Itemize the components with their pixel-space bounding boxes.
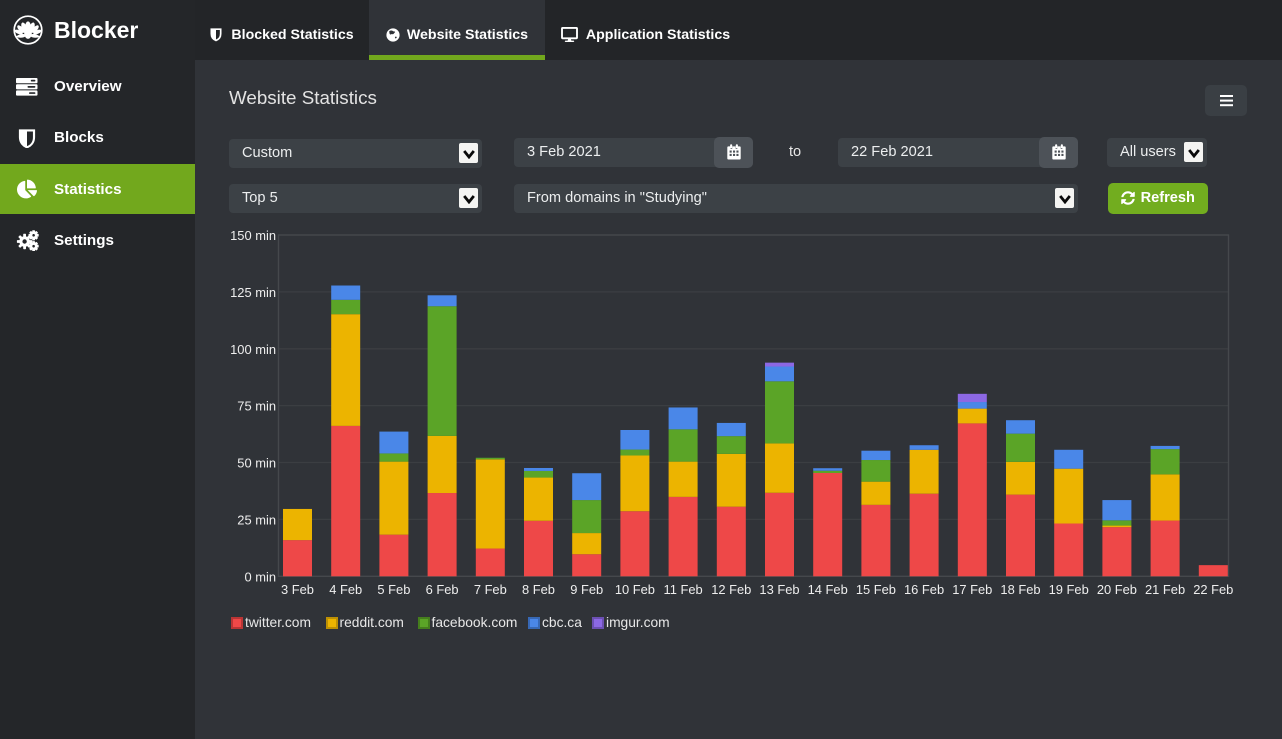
svg-text:9 Feb: 9 Feb bbox=[570, 582, 603, 597]
svg-text:10 Feb: 10 Feb bbox=[615, 582, 655, 597]
svg-text:20 Feb: 20 Feb bbox=[1097, 582, 1137, 597]
svg-text:100 min: 100 min bbox=[230, 342, 276, 357]
svg-text:22 Feb: 22 Feb bbox=[1193, 582, 1233, 597]
svg-text:12 Feb: 12 Feb bbox=[711, 582, 751, 597]
svg-text:8 Feb: 8 Feb bbox=[522, 582, 555, 597]
svg-text:18 Feb: 18 Feb bbox=[1000, 582, 1040, 597]
svg-text:4 Feb: 4 Feb bbox=[329, 582, 362, 597]
svg-text:11 Feb: 11 Feb bbox=[664, 582, 703, 597]
svg-text:16 Feb: 16 Feb bbox=[904, 582, 944, 597]
svg-text:3 Feb: 3 Feb bbox=[281, 582, 314, 597]
svg-text:50 min: 50 min bbox=[237, 456, 276, 471]
svg-text:0 min: 0 min bbox=[244, 569, 276, 584]
svg-text:75 min: 75 min bbox=[237, 399, 276, 414]
svg-text:21 Feb: 21 Feb bbox=[1145, 582, 1185, 597]
svg-text:125 min: 125 min bbox=[230, 285, 276, 300]
svg-text:17 Feb: 17 Feb bbox=[952, 582, 992, 597]
svg-text:25 min: 25 min bbox=[237, 512, 276, 527]
svg-text:5 Feb: 5 Feb bbox=[377, 582, 410, 597]
svg-text:13 Feb: 13 Feb bbox=[759, 582, 799, 597]
svg-text:14 Feb: 14 Feb bbox=[808, 582, 848, 597]
svg-text:19 Feb: 19 Feb bbox=[1049, 582, 1089, 597]
svg-text:6 Feb: 6 Feb bbox=[426, 582, 459, 597]
svg-text:7 Feb: 7 Feb bbox=[474, 582, 507, 597]
svg-text:150 min: 150 min bbox=[230, 228, 276, 243]
svg-text:15 Feb: 15 Feb bbox=[856, 582, 896, 597]
